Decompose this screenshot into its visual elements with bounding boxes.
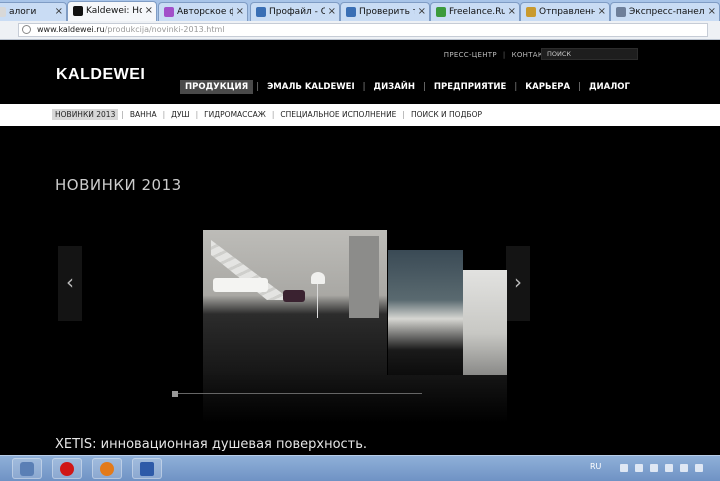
lamp-pole-decoration	[317, 284, 318, 318]
volume-icon[interactable]	[680, 464, 688, 472]
nav-separator: |	[162, 110, 166, 119]
nav-separator: |	[121, 110, 124, 119]
tub-decoration	[213, 278, 268, 292]
close-tab-icon[interactable]: ×	[328, 6, 336, 17]
browser-tab[interactable]: Авторское фото×	[158, 2, 248, 21]
wall-decoration	[349, 236, 379, 318]
mainnav-item[interactable]: ПРЕДПРИЯТИЕ	[429, 80, 511, 94]
tray-icon-1[interactable]	[620, 464, 628, 472]
mainnav-item[interactable]: ЭМАЛЬ KALDEWEI	[262, 80, 360, 94]
word-icon[interactable]	[132, 458, 162, 479]
close-tab-icon[interactable]: ×	[508, 6, 516, 17]
url-path: /produkcija/novinki-2013.html	[104, 25, 225, 34]
freelance-f-icon	[436, 7, 446, 17]
nav-separator: |	[423, 82, 426, 92]
browser-tab[interactable]: Проверить текст×	[340, 2, 430, 21]
close-tab-icon[interactable]: ×	[55, 6, 63, 17]
generic-page-icon	[0, 7, 6, 17]
tray-icon-3[interactable]	[650, 464, 658, 472]
nav-separator: |	[271, 110, 275, 119]
nav-separator: |	[362, 82, 366, 92]
tab-label: Kaldewei: Новин	[86, 6, 142, 16]
slide-shower-image[interactable]	[463, 270, 507, 375]
browser-tab[interactable]: Экспресс-панель ×	[610, 2, 720, 21]
subnav-item[interactable]: ПОИСК И ПОДБОР	[408, 109, 485, 120]
slide-bathtub-image[interactable]	[388, 250, 463, 375]
system-tray: RU	[585, 456, 720, 481]
speed-dial-icon	[616, 7, 626, 17]
search-field[interactable]: ПОИСК	[541, 48, 638, 60]
mail-icon	[526, 7, 536, 17]
browser-tab[interactable]: Freelance.Ru / Н×	[430, 2, 520, 21]
slider-scrollbar-handle[interactable]	[172, 391, 178, 397]
kaldewei-site: ПРЕСС-ЦЕНТР|КОНТАКТ|НОВОСТИ ПОИСК KALDEW…	[0, 40, 720, 455]
page-title: НОВИНКИ 2013	[55, 176, 182, 194]
browser-tab[interactable]: Kaldewei: Новин×	[67, 1, 157, 21]
windows-taskbar: RU	[0, 455, 720, 481]
tab-label: Проверить текст	[359, 7, 415, 17]
close-tab-icon[interactable]: ×	[418, 6, 426, 17]
tab-label: алоги	[9, 7, 37, 17]
sofa-decoration	[283, 290, 305, 302]
tab-label: Авторское фото	[177, 7, 233, 17]
browser-tab[interactable]: Профайл - Copy×	[250, 2, 340, 21]
blue-page-icon	[346, 7, 356, 17]
close-tab-icon[interactable]: ×	[708, 6, 716, 17]
lamp-decoration	[311, 272, 325, 284]
subnav-item[interactable]: НОВИНКИ 2013	[52, 109, 119, 120]
mainnav-item[interactable]: ДИАЛОГ	[584, 80, 635, 94]
close-tab-icon[interactable]: ×	[236, 6, 244, 17]
mainnav-item[interactable]: КАРЬЕРА	[520, 80, 575, 94]
subnav-item[interactable]: ВАННА	[127, 109, 160, 120]
tab-label: Freelance.Ru / Н	[449, 7, 505, 17]
close-tab-icon[interactable]: ×	[145, 5, 153, 16]
mainnav-item[interactable]: ДИЗАЙН	[369, 80, 421, 94]
subnav-item[interactable]: СПЕЦИАЛЬНОЕ ИСПОЛНЕНИЕ	[277, 109, 399, 120]
url-field[interactable]: www.kaldewei.ru/produkcija/novinki-2013.…	[18, 23, 708, 37]
opera-icon[interactable]	[52, 458, 82, 479]
firefox-icon[interactable]	[92, 458, 122, 479]
nav-separator: |	[514, 82, 518, 92]
purple-globe-icon	[164, 7, 174, 17]
tab-label: Экспресс-панель	[629, 7, 705, 17]
sub-nav: НОВИНКИ 2013 | ВАННА | ДУШ | ГИДРОМАССАЖ | СПЕЦИ…	[0, 104, 720, 126]
nav-separator: |	[578, 82, 581, 92]
nav-separator: |	[195, 110, 199, 119]
browser-tab-strip: алоги×Kaldewei: Новин×Авторское фото×Про…	[0, 0, 720, 22]
slider-scrollbar-track[interactable]	[172, 393, 422, 394]
address-bar: www.kaldewei.ru/produkcija/novinki-2013.…	[0, 21, 720, 40]
tray-icon-2[interactable]	[635, 464, 643, 472]
url-host: www.kaldewei.ru	[37, 25, 105, 34]
slide-caption: XETIS: инновационная душевая поверхность…	[55, 437, 368, 452]
tab-label: Отправленные	[539, 7, 595, 17]
main-nav: ПРОДУКЦИЯ | ЭМАЛЬ KALDEWEI | ДИЗАЙН | ПРЕДПРИЯ…	[180, 80, 635, 94]
topnav-link[interactable]: ПРЕСС-ЦЕНТР	[444, 51, 497, 59]
blue-page-icon	[256, 7, 266, 17]
kaldewei-k-icon	[73, 6, 83, 16]
browser-tab[interactable]: Отправленные×	[520, 2, 610, 21]
close-tab-icon[interactable]: ×	[598, 6, 606, 17]
site-info-icon[interactable]	[22, 25, 31, 34]
kaldewei-logo[interactable]: KALDEWEI	[56, 66, 145, 84]
subnav-item[interactable]: ГИДРОМАССАЖ	[201, 109, 269, 120]
tab-label: Профайл - Copy	[269, 7, 325, 17]
slides-reflection	[203, 375, 507, 423]
slider-next-button[interactable]: ›	[506, 246, 530, 321]
slide-xetis-interior-image[interactable]	[203, 230, 387, 375]
browser-tab[interactable]: алоги ×	[0, 2, 67, 21]
mainnav-item[interactable]: ПРОДУКЦИЯ	[180, 80, 254, 94]
start-orb-icon[interactable]	[12, 458, 42, 479]
subnav-item[interactable]: ДУШ	[168, 109, 192, 120]
network-icon[interactable]	[695, 464, 703, 472]
nav-separator: |	[502, 51, 506, 59]
tray-icon-4[interactable]	[665, 464, 673, 472]
language-indicator[interactable]: RU	[590, 462, 601, 471]
nav-separator: |	[402, 110, 405, 119]
nav-separator: |	[256, 82, 260, 92]
slider-prev-button[interactable]: ‹	[58, 246, 82, 321]
